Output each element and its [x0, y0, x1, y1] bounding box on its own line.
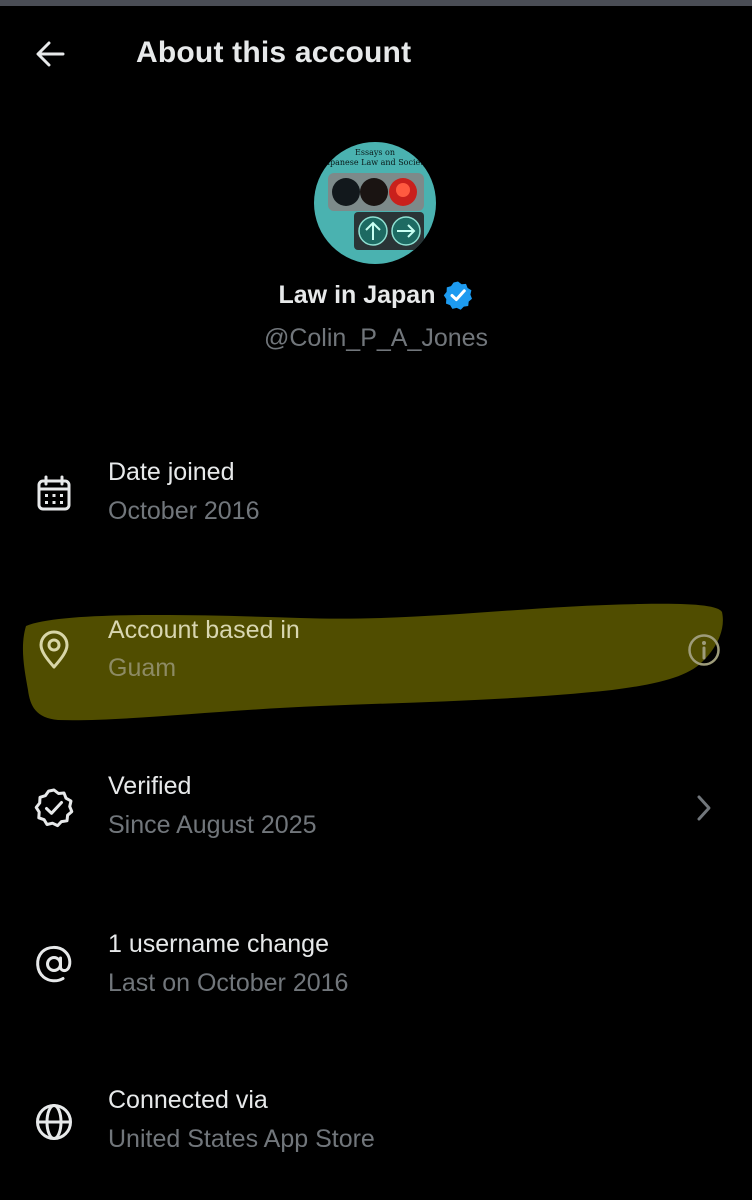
- row-subtitle: Last on October 2016: [108, 969, 349, 997]
- globe-icon: [32, 1100, 76, 1144]
- row-subtitle: United States App Store: [108, 1125, 375, 1153]
- row-title: Date joined: [108, 458, 235, 486]
- page-title: About this account: [136, 36, 412, 69]
- display-name: Law in Japan: [278, 280, 436, 309]
- row-username-change: 1 username change Last on October 2016: [0, 912, 752, 1022]
- back-button[interactable]: [26, 34, 74, 74]
- display-name-row: Law in Japan: [0, 280, 752, 310]
- row-subtitle: Since August 2025: [108, 811, 317, 839]
- row-title: Connected via: [108, 1086, 268, 1114]
- arrow-left-icon: [36, 41, 65, 67]
- info-icon: [688, 634, 720, 666]
- row-title: Account based in: [108, 616, 300, 644]
- info-button[interactable]: [684, 630, 724, 670]
- user-handle: @Colin_P_A_Jones: [263, 324, 489, 352]
- traffic-light-image: [328, 173, 424, 250]
- header: About this account: [0, 6, 752, 102]
- row-title: Verified: [108, 772, 192, 800]
- row-connected-via: Connected via United States App Store: [0, 1068, 752, 1178]
- row-title: 1 username change: [108, 930, 329, 958]
- chevron-right-icon: [684, 788, 724, 828]
- row-date-joined: Date joined October 2016: [0, 440, 752, 550]
- row-account-based-in: Account based in Guam: [0, 598, 752, 708]
- row-subtitle: Guam: [108, 654, 177, 682]
- avatar[interactable]: Essays on Japanese Law and Society: [314, 142, 436, 264]
- location-pin-icon: [32, 628, 76, 672]
- at-sign-icon: [32, 942, 76, 986]
- row-verified[interactable]: Verified Since August 2025: [0, 754, 752, 864]
- calendar-icon: [32, 472, 76, 516]
- row-subtitle: October 2016: [108, 497, 260, 525]
- verified-badge-icon[interactable]: [443, 280, 473, 310]
- verified-check-icon: [32, 786, 76, 830]
